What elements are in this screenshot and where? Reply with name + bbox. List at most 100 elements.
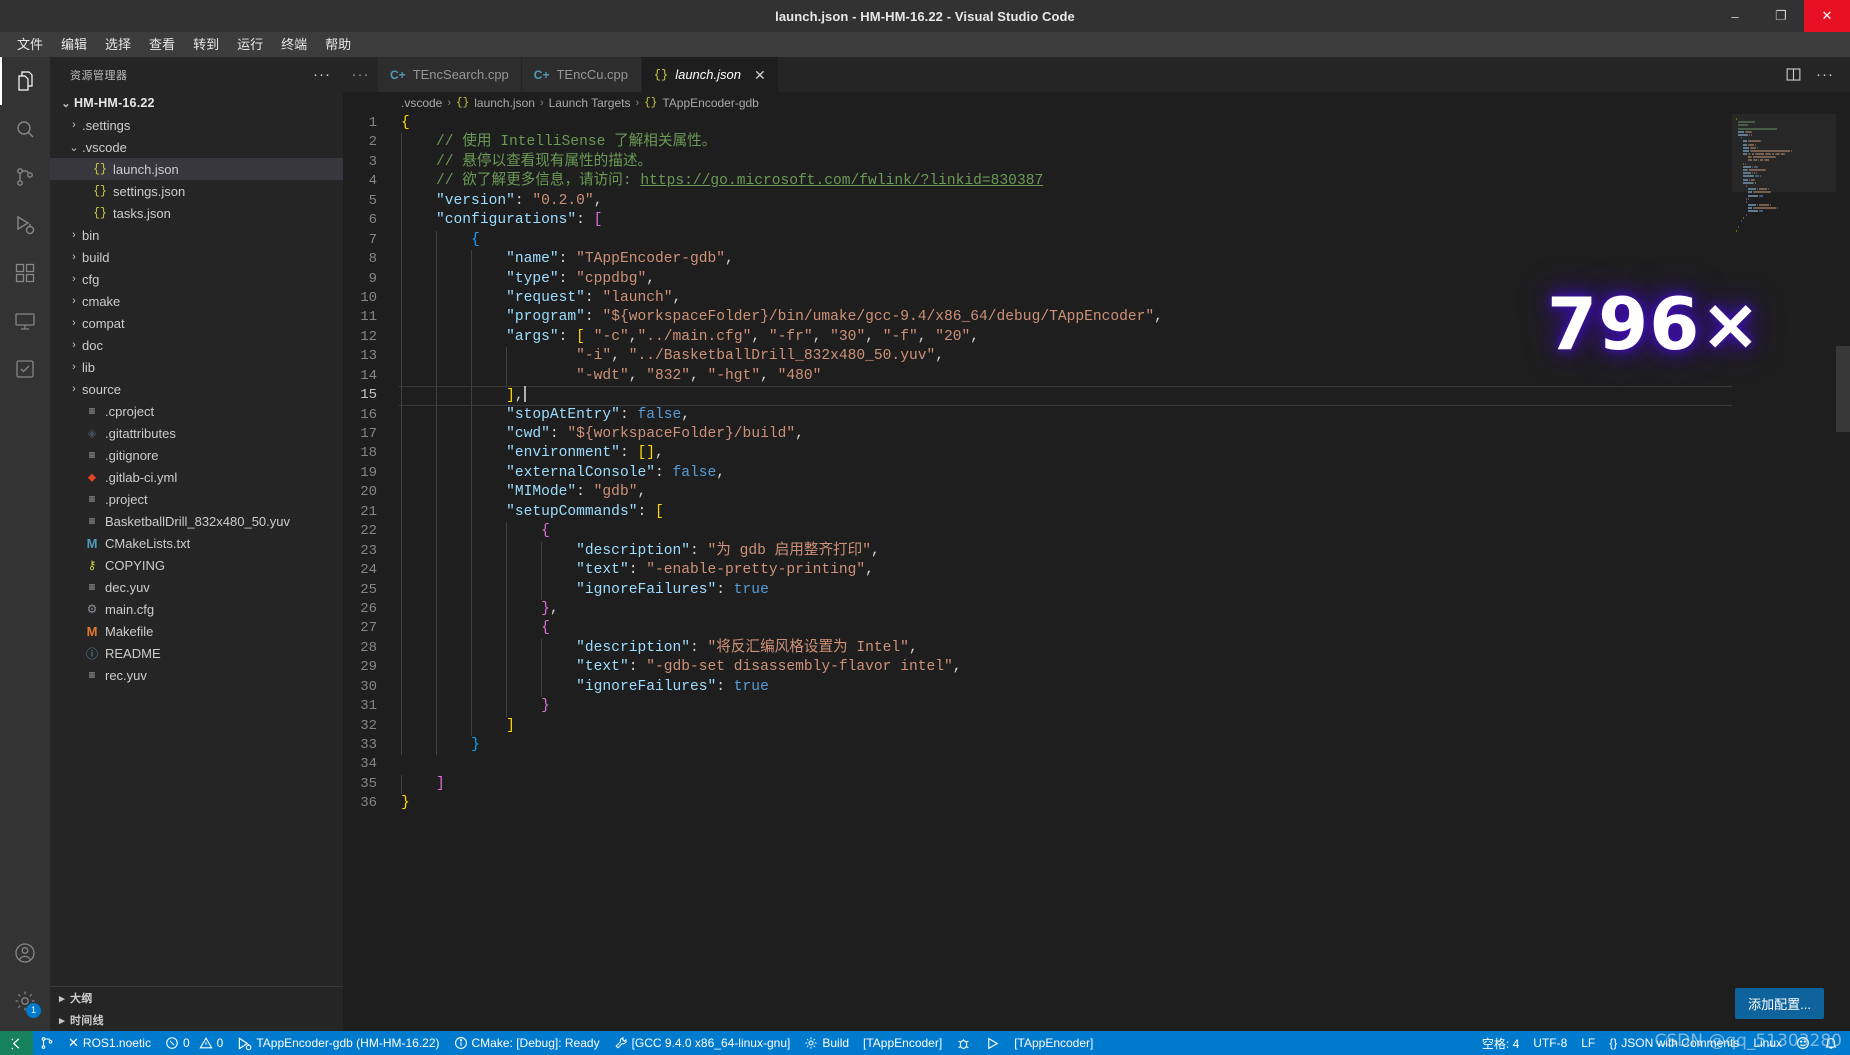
- tree-item-tasks-json[interactable]: {} tasks.json: [50, 202, 343, 224]
- file-tree[interactable]: ⌄ HM-HM-16.22 › .settings ⌄ .vscode {} launch.…: [50, 92, 343, 986]
- menu-item-terminal[interactable]: 终端: [272, 32, 316, 57]
- tree-item-main-cfg[interactable]: ⚙ main.cfg: [50, 598, 343, 620]
- search-icon[interactable]: [0, 105, 50, 153]
- tree-item-hm-hm-16-22[interactable]: ⌄ HM-HM-16.22: [50, 92, 343, 114]
- menu-item-run[interactable]: 运行: [228, 32, 272, 57]
- breadcrumb-item-file[interactable]: launch.json: [474, 96, 535, 110]
- menu-item-file[interactable]: 文件: [8, 32, 52, 57]
- code-line[interactable]: 36}: [343, 794, 1850, 813]
- tree-item-cproject[interactable]: ≡ .cproject: [50, 400, 343, 422]
- split-editor-icon[interactable]: [1785, 66, 1802, 83]
- cmake-debug-status[interactable]: [949, 1031, 978, 1055]
- tab-close-icon[interactable]: ✕: [754, 68, 766, 82]
- source-control-status[interactable]: [33, 1031, 61, 1055]
- code-line[interactable]: 26 },: [343, 599, 1850, 620]
- code-line[interactable]: 2 // 使用 IntelliSense 了解相关属性。: [343, 133, 1850, 153]
- code-line[interactable]: 3 // 悬停以查看现有属性的描述。: [343, 152, 1850, 173]
- breadcrumb-item-folder[interactable]: .vscode: [401, 96, 442, 110]
- tree-item-source[interactable]: › source: [50, 378, 343, 400]
- cmake-target-status[interactable]: [TAppEncoder]: [856, 1031, 949, 1055]
- tree-item-makefile[interactable]: M Makefile: [50, 620, 343, 642]
- maximize-button[interactable]: ❐: [1758, 0, 1804, 32]
- extensions-icon[interactable]: [0, 249, 50, 297]
- tabs-overflow-icon[interactable]: ···: [343, 57, 378, 92]
- tree-item-doc[interactable]: › doc: [50, 334, 343, 356]
- code-line[interactable]: 31 }: [343, 697, 1850, 717]
- tree-item-cfg[interactable]: › cfg: [50, 268, 343, 290]
- launch-target-status[interactable]: [TAppEncoder]: [1007, 1031, 1100, 1055]
- cmake-kit-status[interactable]: [GCC 9.4.0 x86_64-linux-gnu]: [607, 1031, 798, 1055]
- code-line[interactable]: 13 "-i", "../BasketballDrill_832x480_50.…: [343, 347, 1850, 367]
- close-button[interactable]: ✕: [1804, 0, 1850, 32]
- tree-item-bin[interactable]: › bin: [50, 224, 343, 246]
- code-line[interactable]: 1{: [343, 114, 1850, 133]
- tree-item-build[interactable]: › build: [50, 246, 343, 268]
- tree-item-vscode[interactable]: ⌄ .vscode: [50, 136, 343, 158]
- breadcrumb-item-symbol-group[interactable]: Launch Targets: [549, 96, 631, 110]
- encoding-status[interactable]: UTF-8: [1526, 1031, 1574, 1055]
- tab-tencsearch-cpp[interactable]: C+ TEncSearch.cpp: [378, 57, 522, 92]
- cmake-status[interactable]: CMake: [Debug]: Ready: [447, 1031, 607, 1055]
- code-line[interactable]: 20 "MIMode": "gdb",: [343, 483, 1850, 503]
- explorer-icon[interactable]: [0, 57, 50, 105]
- tree-item-settings-json[interactable]: {} settings.json: [50, 180, 343, 202]
- code-line[interactable]: 7 {: [343, 230, 1850, 251]
- code-line[interactable]: 14 "-wdt", "832", "-hgt", "480": [343, 366, 1850, 387]
- tree-item-lib[interactable]: › lib: [50, 356, 343, 378]
- tree-item-cmakelists-txt[interactable]: M CMakeLists.txt: [50, 532, 343, 554]
- code-line[interactable]: 29 "text": "-gdb-set disassembly-flavor …: [343, 658, 1850, 678]
- code-line[interactable]: 27 {: [343, 619, 1850, 639]
- code-line[interactable]: 4 // 欲了解更多信息，请访问: https://go.microsoft.c…: [343, 172, 1850, 192]
- code-line[interactable]: 16 "stopAtEntry": false,: [343, 405, 1850, 426]
- editor-scrollbar[interactable]: [1836, 114, 1850, 1031]
- add-configuration-button[interactable]: 添加配置...: [1735, 988, 1824, 1019]
- code-line[interactable]: 23 "description": "为 gdb 启用整齐打印",: [343, 541, 1850, 562]
- run-debug-icon[interactable]: [0, 201, 50, 249]
- tree-item-launch-json[interactable]: {} launch.json: [50, 158, 343, 180]
- language-mode-status[interactable]: {} JSON with Comments: [1602, 1031, 1746, 1055]
- cmake-build-status[interactable]: Build: [797, 1031, 856, 1055]
- remote-indicator[interactable]: [0, 1031, 33, 1055]
- code-line[interactable]: 25 "ignoreFailures": true: [343, 580, 1850, 600]
- debug-target-status[interactable]: TAppEncoder-gdb (HM-HM-16.22): [230, 1031, 446, 1055]
- tree-item-compat[interactable]: › compat: [50, 312, 343, 334]
- tree-item-copying[interactable]: ⚷ COPYING: [50, 554, 343, 576]
- code-line[interactable]: 9 "type": "cppdbg",: [343, 269, 1850, 289]
- code-line[interactable]: 6 "configurations": [: [343, 211, 1850, 231]
- tab-tenccu-cpp[interactable]: C+ TEncCu.cpp: [521, 57, 642, 92]
- code-line[interactable]: 15 ],: [343, 385, 1850, 407]
- settings-gear-icon[interactable]: 1: [0, 977, 50, 1025]
- tree-item-gitlab-ci-yml[interactable]: ⬥ .gitlab-ci.yml: [50, 466, 343, 488]
- tree-item-gitignore[interactable]: ≡ .gitignore: [50, 444, 343, 466]
- tree-item-readme[interactable]: ⓘ README: [50, 642, 343, 664]
- code-line[interactable]: 11 "program": "${workspaceFolder}/bin/um…: [343, 308, 1850, 328]
- code-line[interactable]: 10 "request": "launch",: [343, 288, 1850, 309]
- tree-item-dec-yuv[interactable]: ≡ dec.yuv: [50, 576, 343, 598]
- sidebar-more-actions-icon[interactable]: ···: [313, 66, 331, 83]
- menu-item-view[interactable]: 查看: [140, 32, 184, 57]
- code-line[interactable]: 19 "externalConsole": false,: [343, 463, 1850, 484]
- code-line[interactable]: 32 ]: [343, 716, 1850, 737]
- tree-item-rec-yuv[interactable]: ≡ rec.yuv: [50, 664, 343, 686]
- code-line[interactable]: 35 ]: [343, 774, 1850, 795]
- more-actions-icon[interactable]: ···: [1816, 66, 1834, 83]
- testing-icon[interactable]: [0, 345, 50, 393]
- code-line[interactable]: 8 "name": "TAppEncoder-gdb",: [343, 250, 1850, 270]
- code-line[interactable]: 22 {: [343, 522, 1850, 542]
- tree-item-cmake[interactable]: › cmake: [50, 290, 343, 312]
- remote-ros-status[interactable]: ✕ ROS1.noetic: [61, 1031, 158, 1055]
- code-editor[interactable]: 1{2 // 使用 IntelliSense 了解相关属性。 3 // 悬停以查看…: [343, 114, 1850, 1031]
- tree-item-gitattributes[interactable]: ◈ .gitattributes: [50, 422, 343, 444]
- code-line[interactable]: 34: [343, 755, 1850, 774]
- tree-item-basketballdrill-832x480-50-yuv[interactable]: ≡ BasketballDrill_832x480_50.yuv: [50, 510, 343, 532]
- tree-item-project[interactable]: ≡ .project: [50, 488, 343, 510]
- minimize-button[interactable]: –: [1712, 0, 1758, 32]
- source-control-icon[interactable]: [0, 153, 50, 201]
- indentation-status[interactable]: 空格: 4: [1475, 1031, 1526, 1055]
- feedback-status[interactable]: [1789, 1031, 1817, 1055]
- remote-explorer-icon[interactable]: [0, 297, 50, 345]
- problems-status[interactable]: 0 0: [158, 1031, 230, 1055]
- tab-launch-json[interactable]: {} launch.json ✕: [641, 57, 779, 92]
- account-icon[interactable]: [0, 929, 50, 977]
- code-line[interactable]: 24 "text": "-enable-pretty-printing",: [343, 561, 1850, 581]
